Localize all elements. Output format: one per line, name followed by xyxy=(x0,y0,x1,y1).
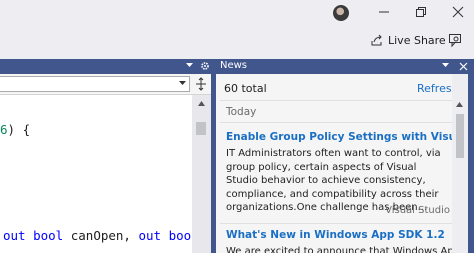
divider xyxy=(220,223,462,224)
code-keyword: out xyxy=(3,228,26,243)
live-share-button[interactable]: Live Share xyxy=(370,32,446,48)
gear-icon[interactable] xyxy=(200,61,210,71)
title-bar xyxy=(0,0,474,28)
feedback-icon[interactable] xyxy=(447,32,463,48)
editor-vertical-scrollbar[interactable] xyxy=(192,95,211,253)
editor-navigation-bar xyxy=(0,74,211,95)
close-icon[interactable] xyxy=(450,4,466,20)
code-number: 6 xyxy=(0,122,8,137)
code-type: bool xyxy=(33,228,64,243)
member-dropdown[interactable] xyxy=(0,76,190,92)
divider xyxy=(220,122,462,123)
news-tool-window-header: News xyxy=(216,59,474,74)
code-editor[interactable]: 6) { out bool canOpen, out bool xyxy=(0,95,192,253)
window-dropdown-icon[interactable] xyxy=(442,63,449,68)
minimize-icon[interactable] xyxy=(376,4,392,20)
news-vertical-scrollbar[interactable] xyxy=(452,74,468,253)
news-article-title[interactable]: Enable Group Policy Settings with Visual… xyxy=(226,131,468,143)
user-avatar[interactable] xyxy=(333,5,349,21)
news-article-title[interactable]: What's New in Windows App SDK 1.2 xyxy=(226,229,445,241)
code-type: bool xyxy=(168,228,192,243)
editor-tab-strip xyxy=(0,59,211,74)
code-line: 6) { xyxy=(0,122,30,137)
news-group-label: Today xyxy=(226,106,257,118)
close-icon[interactable] xyxy=(459,62,468,71)
code-keyword: out xyxy=(138,228,162,243)
news-tab-title: News xyxy=(220,60,248,71)
news-article-summary: We are excited to announce that Windows … xyxy=(226,246,468,253)
tab-dropdown-icon[interactable] xyxy=(186,63,193,68)
news-pane: 60 total Refresh Today Enable Group Poli… xyxy=(216,74,468,253)
news-article-source: Visual Studio xyxy=(385,205,450,216)
code-identifier: canOpen, xyxy=(70,228,131,243)
split-editor-icon[interactable] xyxy=(194,76,208,92)
code-text: ) { xyxy=(7,122,31,137)
scrollbar-thumb[interactable] xyxy=(456,114,464,158)
window-edge xyxy=(468,74,474,253)
command-bar: Live Share xyxy=(0,28,474,52)
code-line: out bool canOpen, out bool xyxy=(3,228,192,243)
news-total-count: 60 total xyxy=(224,82,267,95)
share-icon xyxy=(371,34,382,46)
divider xyxy=(220,100,462,101)
chevron-down-icon xyxy=(179,81,186,85)
restore-icon[interactable] xyxy=(413,4,429,20)
scroll-up-icon[interactable] xyxy=(198,101,205,106)
live-share-label: Live Share xyxy=(388,33,446,47)
scrollbar-thumb[interactable] xyxy=(196,122,206,135)
scroll-up-icon[interactable] xyxy=(456,102,463,107)
